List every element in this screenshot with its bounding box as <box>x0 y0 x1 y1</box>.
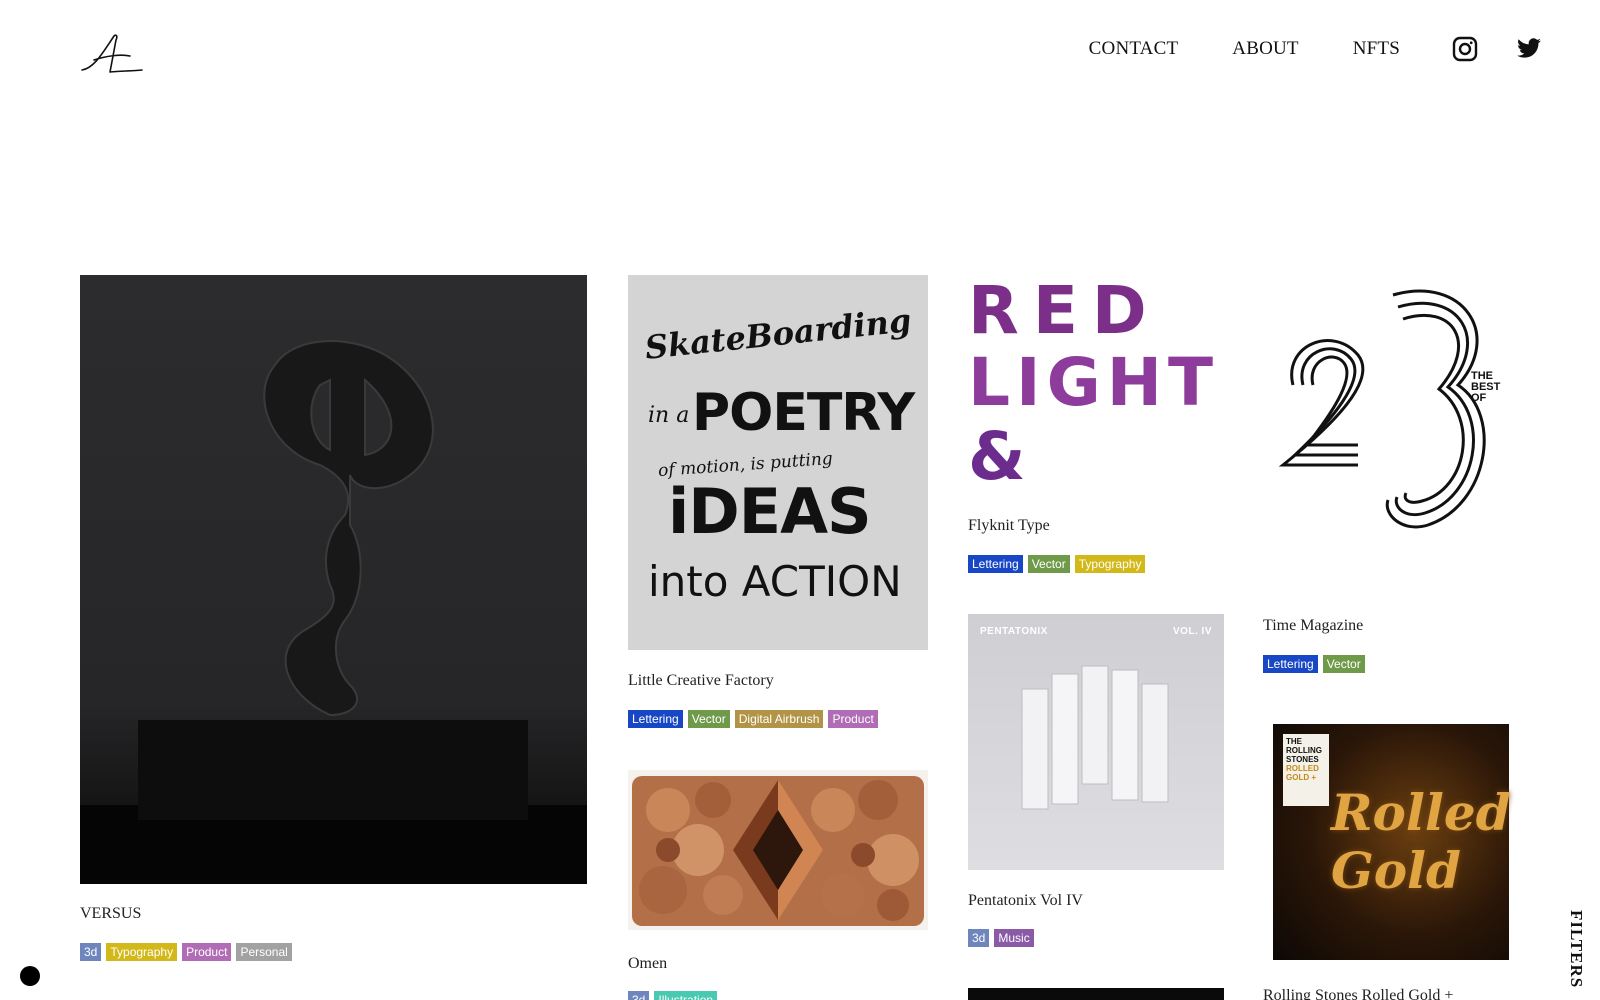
tag-typography[interactable]: Typography <box>1074 555 1146 573</box>
tag-lettering[interactable]: Lettering <box>628 710 683 728</box>
project-thumbnail-pentatonix-vol-iv[interactable]: PENTATONIX VOL. IV <box>968 614 1224 870</box>
artwork-text-pentatonix: PENTATONIX <box>980 626 1048 637</box>
project-tags-flyknit-type: Lettering Vector Typography <box>968 555 1146 573</box>
project-tags-little-creative-factory: Lettering Vector Digital Airbrush Produc… <box>628 710 878 728</box>
tag-typography[interactable]: Typography <box>106 943 178 961</box>
nav-nfts[interactable]: NFTS <box>1353 38 1400 60</box>
artwork-text-red: RED <box>968 275 1161 349</box>
artwork-album-sticker: THE ROLLING STONES ROLLED GOLD + <box>1283 734 1329 806</box>
tag-music[interactable]: Music <box>994 929 1034 947</box>
project-tags-omen: 3d Illustration <box>628 991 718 1000</box>
artwork-text-stones: STONES <box>1286 755 1319 764</box>
tag-3d[interactable]: 3d <box>80 943 102 961</box>
artwork-text-rolled-gold: Rolled Gold <box>1331 783 1511 900</box>
artwork-text-vol-iv: VOL. IV <box>1172 626 1212 637</box>
tag-product[interactable]: Product <box>182 943 232 961</box>
tag-vector[interactable]: Vector <box>687 710 730 728</box>
project-tags-pentatonix-vol-iv: 3d Music <box>968 929 1034 947</box>
project-title-pentatonix-vol-iv[interactable]: Pentatonix Vol IV <box>968 892 1083 910</box>
tag-3d[interactable]: 3d <box>968 929 990 947</box>
artwork-text-rolling: ROLLING <box>1286 746 1322 755</box>
tag-lettering[interactable]: Lettering <box>968 555 1023 573</box>
artwork-text-ideas: iDEAS <box>668 475 872 548</box>
project-thumbnail-flyknit-type[interactable]: RED LIGHT & BLUE <box>968 275 1224 495</box>
artwork-text-gold-plus: GOLD + <box>1286 773 1317 782</box>
tag-personal[interactable]: Personal <box>236 943 292 961</box>
artwork-text-skateboarding: SkateBoarding <box>643 301 913 367</box>
tag-illustration[interactable]: Illustration <box>654 991 718 1000</box>
tag-3d[interactable]: 3d <box>628 991 650 1000</box>
artwork-text-into-action: into ACTION <box>648 557 902 606</box>
project-title-little-creative-factory[interactable]: Little Creative Factory <box>628 672 774 690</box>
tag-lettering[interactable]: Lettering <box>1263 655 1318 673</box>
tag-product[interactable]: Product <box>828 710 878 728</box>
artwork-text-poetry: POETRY <box>692 383 915 443</box>
project-title-flyknit-type[interactable]: Flyknit Type <box>968 517 1050 535</box>
artwork-text-the: THE <box>1286 737 1302 746</box>
artwork-text-in-a: in a <box>648 403 690 428</box>
project-title-omen[interactable]: Omen <box>628 955 667 973</box>
nav-contact[interactable]: CONTACT <box>1089 38 1179 60</box>
artwork-text-rolled: ROLLED <box>1286 764 1319 773</box>
project-title-versus[interactable]: VERSUS <box>80 905 141 923</box>
instagram-icon[interactable] <box>1452 36 1478 62</box>
project-thumbnail-little-creative-factory[interactable]: SkateBoarding in a POETRY of motion, is … <box>628 275 928 650</box>
artwork-text-light: LIGHT <box>968 344 1220 421</box>
tag-digital-airbrush[interactable]: Digital Airbrush <box>734 710 824 728</box>
twitter-icon[interactable] <box>1516 36 1542 62</box>
artwork-text-the-best-of: THE BEST OF <box>1471 371 1500 404</box>
project-tags-versus: 3d Typography Product Personal <box>80 943 292 961</box>
project-thumbnail-versus[interactable] <box>80 275 587 884</box>
artwork-text-and-blue: & BLUE <box>968 418 1163 496</box>
project-title-time-magazine[interactable]: Time Magazine <box>1263 617 1363 635</box>
project-thumbnail-next[interactable] <box>968 988 1224 1000</box>
project-title-rolling-stones[interactable]: Rolling Stones Rolled Gold + <box>1263 987 1453 1000</box>
project-thumbnail-rolling-stones[interactable]: THE ROLLING STONES ROLLED GOLD + Rolled … <box>1263 720 1519 965</box>
project-thumbnail-omen[interactable] <box>628 770 928 930</box>
site-logo[interactable] <box>80 30 144 76</box>
tag-vector[interactable]: Vector <box>1322 655 1365 673</box>
project-tags-time-magazine: Lettering Vector <box>1263 655 1365 673</box>
filters-toggle[interactable]: FILTERS <box>1566 910 1586 988</box>
nav-about[interactable]: ABOUT <box>1232 38 1298 60</box>
cursor-dot <box>20 966 40 986</box>
project-thumbnail-time-magazine[interactable]: THE BEST OF <box>1263 275 1519 580</box>
main-nav: CONTACT ABOUT NFTS <box>1089 36 1542 62</box>
tag-vector[interactable]: Vector <box>1027 555 1070 573</box>
artwork-text-of: OF <box>1471 392 1487 404</box>
